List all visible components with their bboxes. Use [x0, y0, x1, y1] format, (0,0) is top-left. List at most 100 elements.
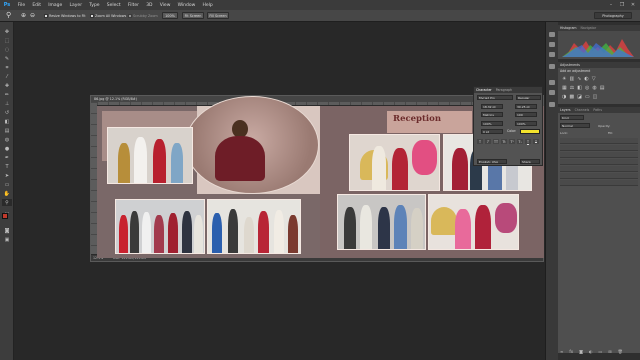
- adjustment-layer-icon[interactable]: ◐: [589, 349, 593, 354]
- trash-icon[interactable]: 🗑: [618, 349, 623, 354]
- screen-mode-icon[interactable]: ▣: [2, 236, 12, 243]
- menu-view[interactable]: View: [156, 3, 174, 8]
- zoom-out-icon[interactable]: ⊖: [30, 12, 35, 19]
- threshold-icon[interactable]: ◪: [577, 94, 582, 100]
- blur-icon[interactable]: ◍: [2, 136, 12, 143]
- layer-row[interactable]: [560, 152, 638, 158]
- kerning-field[interactable]: Metrics: [481, 112, 503, 117]
- menu-edit[interactable]: Edit: [29, 3, 45, 8]
- scrubby-zoom-checkbox[interactable]: Scrubby Zoom: [128, 13, 158, 19]
- marquee-icon[interactable]: ⬚: [2, 37, 12, 44]
- dodge-icon[interactable]: ●: [2, 145, 12, 152]
- tracking-field[interactable]: 100: [515, 112, 537, 117]
- menu-layer[interactable]: Layer: [66, 3, 86, 8]
- workspace-switcher[interactable]: Photography: [594, 12, 632, 19]
- reception-heading[interactable]: Reception: [393, 114, 441, 124]
- baseline-shift-field[interactable]: 0 pt: [481, 129, 503, 134]
- layer-row[interactable]: [560, 166, 638, 172]
- color-balance-icon[interactable]: ⚖: [570, 85, 574, 91]
- underline-button[interactable]: T: [525, 139, 531, 144]
- shape-icon[interactable]: ▭: [2, 181, 12, 188]
- zoom-all-checkbox[interactable]: Zoom All Windows: [90, 13, 126, 19]
- vibrance-icon[interactable]: ▽: [592, 76, 596, 82]
- zoom-in-icon[interactable]: ⊕: [21, 12, 26, 19]
- curves-icon[interactable]: ∿: [577, 76, 581, 82]
- superscript-button[interactable]: T¹: [509, 139, 515, 144]
- eraser-icon[interactable]: ◧: [2, 118, 12, 125]
- path-select-icon[interactable]: ➤: [2, 172, 12, 179]
- font-size-field[interactable]: 18.32 pt: [481, 104, 503, 109]
- lasso-icon[interactable]: ◌: [2, 46, 12, 53]
- menu-file[interactable]: File: [14, 3, 29, 8]
- brightness-icon[interactable]: ☀: [562, 76, 566, 82]
- gradient-icon[interactable]: ▤: [2, 127, 12, 134]
- quick-select-icon[interactable]: ✎: [2, 55, 12, 62]
- add-mask-icon[interactable]: ◙: [579, 349, 583, 354]
- minimize-icon[interactable]: –: [606, 0, 616, 10]
- hue-saturation-icon[interactable]: ▦: [562, 85, 567, 91]
- close-icon[interactable]: ✕: [628, 0, 638, 10]
- menu-window[interactable]: Window: [174, 3, 199, 8]
- new-layer-icon[interactable]: ⊞: [608, 349, 611, 354]
- layer-kind-filter[interactable]: Kind: [560, 115, 584, 120]
- strikethrough-button[interactable]: T: [533, 139, 539, 144]
- all-caps-button[interactable]: TT: [493, 139, 499, 144]
- layer-row[interactable]: [560, 159, 638, 165]
- tab-histogram[interactable]: Histogram: [560, 26, 577, 30]
- brush-panel-icon[interactable]: [549, 102, 555, 107]
- exposure-icon[interactable]: ◐: [584, 76, 588, 82]
- link-layers-icon[interactable]: ∞: [560, 349, 563, 354]
- gradient-map-icon[interactable]: ▭: [585, 94, 590, 100]
- menu-3d[interactable]: 3D: [143, 3, 157, 8]
- layer-row[interactable]: [560, 180, 638, 186]
- type-icon[interactable]: T: [2, 163, 12, 170]
- tab-channels[interactable]: Channels: [575, 108, 590, 112]
- layer-row[interactable]: [560, 173, 638, 179]
- faux-bold-button[interactable]: T: [477, 139, 483, 144]
- invert-icon[interactable]: ◑: [562, 94, 566, 100]
- actions-panel-icon[interactable]: [549, 42, 555, 47]
- tab-paths[interactable]: Paths: [593, 108, 602, 112]
- small-caps-button[interactable]: Tt: [501, 139, 507, 144]
- actual-pixels-button[interactable]: 100%: [162, 12, 178, 19]
- pen-icon[interactable]: ✒: [2, 154, 12, 161]
- resize-windows-checkbox[interactable]: Resize Windows to Fit: [44, 13, 86, 19]
- layer-row[interactable]: [560, 145, 638, 151]
- paragraph-panel-icon[interactable]: [549, 90, 555, 95]
- eyedropper-icon[interactable]: ⁄: [2, 73, 12, 80]
- tab-navigator[interactable]: Navigator: [581, 26, 597, 30]
- font-family-select[interactable]: Myriad Pro: [477, 95, 513, 100]
- tab-adjustments[interactable]: Adjustments: [560, 63, 580, 67]
- vertical-scale-field[interactable]: 100%: [481, 121, 503, 126]
- faux-italic-button[interactable]: T: [485, 139, 491, 144]
- clone-stamp-icon[interactable]: ⊥: [2, 100, 12, 107]
- menu-help[interactable]: Help: [199, 3, 216, 8]
- black-white-icon[interactable]: ◧: [577, 85, 582, 91]
- foreground-color-swatch[interactable]: [2, 213, 8, 219]
- text-color-swatch[interactable]: [520, 129, 540, 134]
- properties-panel-icon[interactable]: [549, 52, 555, 57]
- maximize-icon[interactable]: ❐: [617, 0, 627, 10]
- quick-mask-icon[interactable]: ◙: [2, 227, 12, 234]
- photo-filter-icon[interactable]: ◎: [585, 85, 589, 91]
- menu-image[interactable]: Image: [45, 3, 66, 8]
- zoom-tool-icon[interactable]: ⚲: [2, 199, 12, 206]
- selective-color-icon[interactable]: ◫: [593, 94, 598, 100]
- subscript-button[interactable]: T₁: [517, 139, 523, 144]
- horizontal-scale-field[interactable]: 100%: [515, 121, 537, 126]
- history-panel-icon[interactable]: [549, 32, 555, 37]
- channel-mixer-icon[interactable]: ◍: [592, 85, 596, 91]
- blend-mode-select[interactable]: Normal: [560, 123, 590, 128]
- antialias-select[interactable]: Sharp: [520, 159, 540, 164]
- tab-character[interactable]: Character: [476, 88, 492, 92]
- posterize-icon[interactable]: ▩: [569, 94, 574, 100]
- menu-filter[interactable]: Filter: [124, 3, 142, 8]
- color-lookup-icon[interactable]: ▤: [600, 85, 605, 91]
- magnifier-icon[interactable]: ⚲: [6, 11, 11, 19]
- tab-layers[interactable]: Layers: [560, 108, 571, 112]
- font-style-select[interactable]: Regular: [516, 95, 541, 100]
- hand-icon[interactable]: ✋: [2, 190, 12, 197]
- info-panel-icon[interactable]: [549, 64, 555, 69]
- layer-row[interactable]: [560, 138, 638, 144]
- new-group-icon[interactable]: ▭: [599, 349, 603, 354]
